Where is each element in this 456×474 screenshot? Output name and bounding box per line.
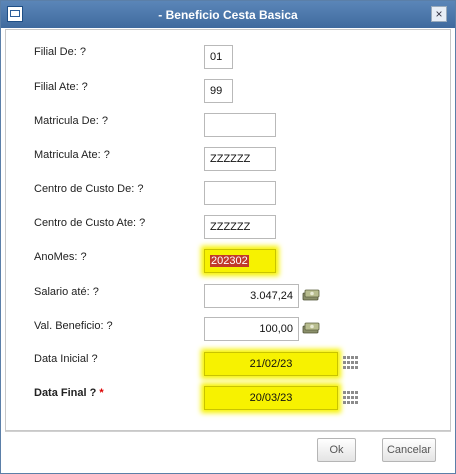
matricula-de-input[interactable]: [204, 113, 276, 137]
window-title: - Beneficio Cesta Basica: [158, 8, 298, 22]
centro-custo-de-label: Centro de Custo De: ?: [34, 183, 144, 195]
val-beneficio-input[interactable]: 100,00: [204, 317, 299, 341]
required-marker: *: [99, 387, 104, 399]
footer-divider: [5, 431, 451, 432]
cancel-button[interactable]: Cancelar: [382, 438, 436, 462]
val-beneficio-label: Val. Beneficio: ?: [34, 320, 113, 332]
matricula-ate-label: Matricula Ate: ?: [34, 149, 110, 161]
title-bar: - Beneficio Cesta Basica ×: [1, 1, 455, 28]
salario-input[interactable]: 3.047,24: [204, 284, 299, 308]
centro-custo-de-input[interactable]: [204, 181, 276, 205]
centro-custo-ate-input[interactable]: ZZZZZZ: [204, 215, 276, 239]
data-final-label: Data Final ? *: [34, 387, 104, 399]
money-icon[interactable]: [302, 322, 320, 334]
calendar-icon[interactable]: [343, 391, 359, 405]
filial-ate-input[interactable]: 99: [204, 79, 233, 103]
data-inicial-input[interactable]: 21/02/23: [204, 352, 338, 376]
calendar-icon[interactable]: [343, 356, 359, 370]
filial-de-label: Filial De: ?: [34, 46, 86, 58]
filial-ate-label: Filial Ate: ?: [34, 81, 88, 93]
anomes-label: AnoMes: ?: [34, 251, 87, 263]
filial-de-input[interactable]: 01: [204, 45, 233, 69]
close-button[interactable]: ×: [431, 6, 447, 22]
dialog-window: - Beneficio Cesta Basica × Filial De: ? …: [0, 0, 456, 474]
anomes-selected-text: 202302: [210, 255, 249, 267]
matricula-ate-input[interactable]: ZZZZZZ: [204, 147, 276, 171]
salario-label: Salario até: ?: [34, 286, 99, 298]
matricula-de-label: Matricula De: ?: [34, 115, 108, 127]
ok-button[interactable]: Ok: [317, 438, 356, 462]
money-icon[interactable]: [302, 289, 320, 301]
data-final-label-text: Data Final ?: [34, 387, 97, 399]
anomes-input[interactable]: 202302: [204, 249, 276, 273]
data-final-input[interactable]: 20/03/23: [204, 386, 338, 410]
centro-custo-ate-label: Centro de Custo Ate: ?: [34, 217, 146, 229]
data-inicial-label: Data Inicial ?: [34, 353, 98, 365]
